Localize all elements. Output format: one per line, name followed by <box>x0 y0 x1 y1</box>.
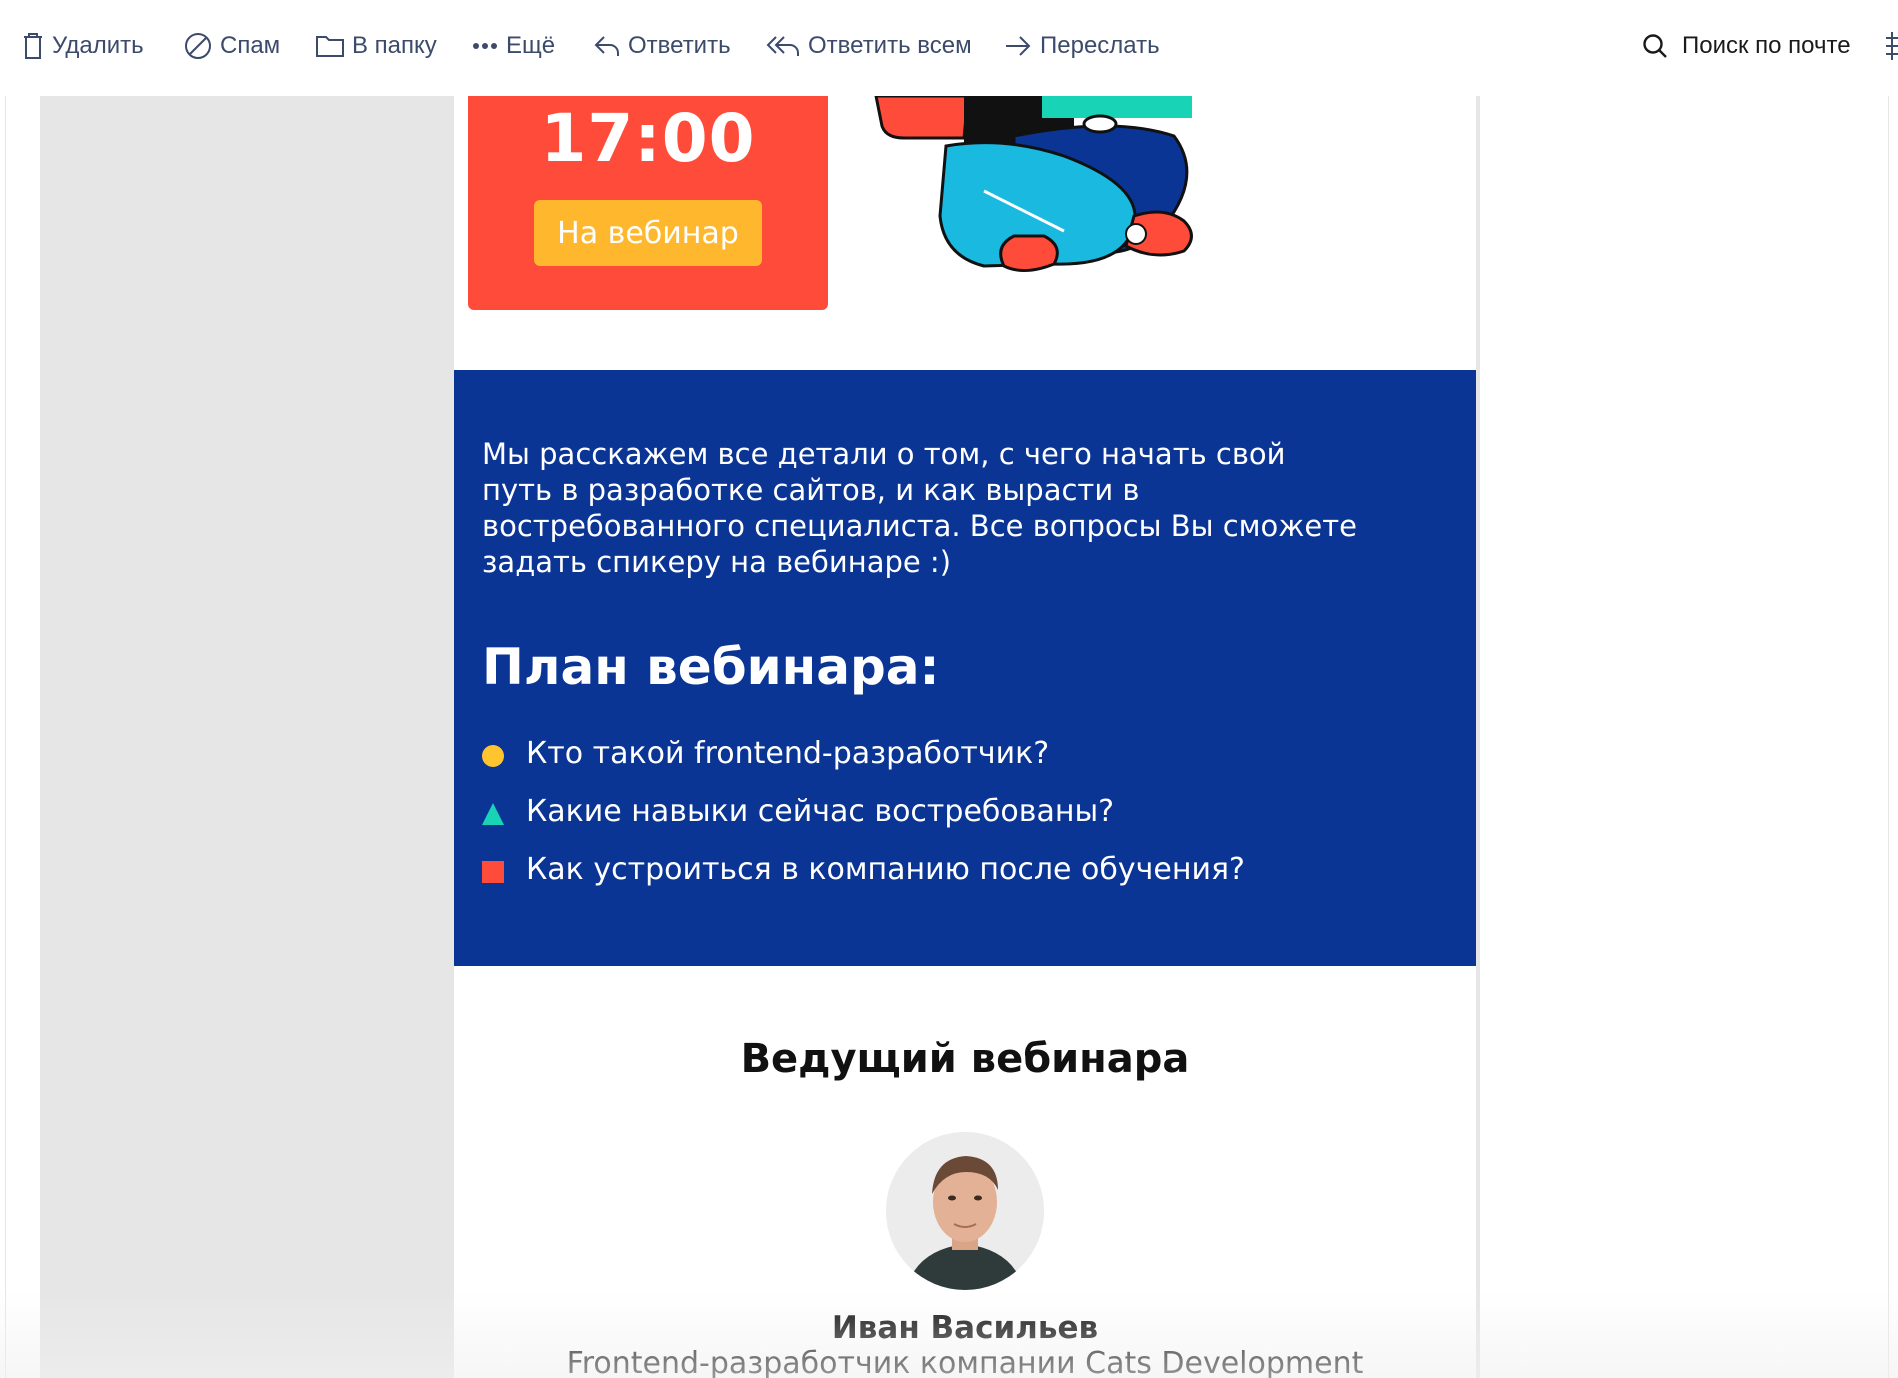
plan-list: Кто такой frontend-разработчик? Какие на… <box>482 724 1382 898</box>
forward-label: Переслать <box>1040 32 1160 59</box>
webinar-info-section: Мы расскажем все детали о том, с чего на… <box>454 370 1476 966</box>
plan-item: Какие навыки сейчас востребованы? <box>482 782 1382 840</box>
spam-button[interactable]: Спам <box>184 26 280 66</box>
plan-title: План вебинара: <box>482 638 940 696</box>
reply-all-label: Ответить всем <box>808 32 972 59</box>
plan-item-text: Какие навыки сейчас востребованы? <box>526 793 1115 829</box>
plan-item: Как устроиться в компанию после обучения… <box>482 840 1382 898</box>
right-panel-edge <box>1888 96 1898 1378</box>
folder-label: В папку <box>352 32 437 59</box>
folder-icon <box>316 34 344 58</box>
search-icon <box>1642 33 1668 59</box>
reply-icon <box>594 34 620 58</box>
forward-button[interactable]: Переслать <box>1004 26 1160 66</box>
list-settings-icon[interactable] <box>1882 30 1898 62</box>
spam-icon <box>184 32 212 60</box>
mail-search-button[interactable]: Поиск по почте <box>1642 26 1851 66</box>
host-name: Иван Васильев <box>831 1310 1099 1346</box>
reply-button[interactable]: Ответить <box>594 26 731 66</box>
join-webinar-button[interactable]: На вебинар <box>534 200 762 266</box>
webinar-time-card: 17:00 На вебинар <box>468 96 828 310</box>
search-label: Поиск по почте <box>1682 32 1851 59</box>
webinar-time: 17:00 <box>540 100 756 177</box>
reply-label: Ответить <box>628 32 731 59</box>
host-role: Frontend-разработчик компании Cats Devel… <box>566 1346 1364 1378</box>
delete-button[interactable]: Удалить <box>22 26 144 66</box>
spam-label: Спам <box>220 32 281 59</box>
plan-item: Кто такой frontend-разработчик? <box>482 724 1382 782</box>
more-button[interactable]: Ещё <box>472 26 555 66</box>
plan-item-text: Кто такой frontend-разработчик? <box>526 735 1050 771</box>
move-to-folder-button[interactable]: В папку <box>316 26 437 66</box>
intro-text: Мы расскажем все детали о том, с чего на… <box>482 437 1357 579</box>
forward-arrow-icon <box>1004 35 1032 57</box>
mail-toolbar: Удалить Спам В папку Ещё Ответить Ответи… <box>0 0 1898 96</box>
person-illustration <box>864 96 1264 286</box>
teal-triangle-bullet-icon <box>482 803 504 825</box>
host-section-title: Ведущий вебинара <box>740 1036 1190 1082</box>
more-label: Ещё <box>506 32 556 59</box>
red-square-bullet-icon <box>482 861 504 883</box>
more-dots-icon <box>472 42 498 50</box>
reply-all-button[interactable]: Ответить всем <box>766 26 972 66</box>
host-avatar <box>886 1132 1044 1290</box>
trash-icon <box>22 32 44 60</box>
plan-item-text: Как устроиться в компанию после обучения… <box>526 851 1245 887</box>
yellow-circle-bullet-icon <box>482 745 504 767</box>
email-body: 17:00 На вебинар Мы расскажем все детали… <box>454 96 1476 1378</box>
left-panel-edge <box>0 96 6 1378</box>
reply-all-icon <box>766 34 800 58</box>
delete-label: Удалить <box>52 32 144 59</box>
